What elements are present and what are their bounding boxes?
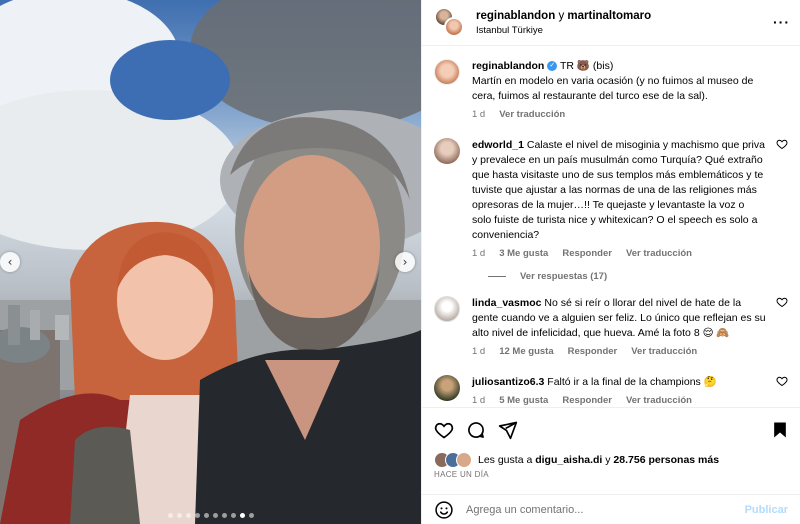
collab-conjunction: y xyxy=(558,9,565,22)
comment-item: linda_vasmoc No sé si reír o llorar del … xyxy=(434,296,788,357)
carousel-dot xyxy=(204,513,209,518)
comment-meta: 1 d 3 Me gusta Responder Ver traducción xyxy=(472,248,766,259)
previous-photo-button[interactable]: ‹ xyxy=(0,252,20,272)
comment-item: juliosantizo6.3 Faltó ir a la final de l… xyxy=(434,375,788,406)
avatar xyxy=(456,452,472,468)
like-heart-icon[interactable] xyxy=(776,138,788,150)
likes-count[interactable]: 28.756 personas más xyxy=(613,454,719,466)
collab-avatars[interactable] xyxy=(434,6,466,39)
collab-username[interactable]: martinaltomaro xyxy=(567,10,651,22)
post-comment-button[interactable]: Publicar xyxy=(745,504,788,516)
author-username[interactable]: reginablandon xyxy=(476,10,555,22)
more-options-icon[interactable]: ··· xyxy=(773,14,790,30)
view-replies-button[interactable]: Ver respuestas (17) xyxy=(488,271,788,282)
caption: reginablandon ✓ TR 🐻 (bis) Martín en mod… xyxy=(434,59,788,120)
action-bar xyxy=(422,407,800,451)
comments-list: reginablandon ✓ TR 🐻 (bis) Martín en mod… xyxy=(422,47,800,407)
translate-link[interactable]: Ver traducción xyxy=(626,395,692,406)
caption-text: Martín en modelo en varia ocasión (y no … xyxy=(472,75,754,102)
carousel-dot xyxy=(168,513,173,518)
add-comment-bar: Agrega un comentario... Publicar xyxy=(422,494,800,524)
next-photo-button[interactable]: › xyxy=(395,252,415,272)
comment-meta: 1 d 5 Me gusta Responder Ver traducción xyxy=(472,395,766,406)
post-side-panel: reginablandon y martinaltomaro Istanbul … xyxy=(421,0,800,524)
avatar[interactable] xyxy=(434,296,460,322)
reply-button[interactable]: Responder xyxy=(562,395,612,406)
avatar[interactable] xyxy=(434,59,460,85)
emoji-icon[interactable] xyxy=(434,500,454,520)
post-timestamp[interactable]: HACE UN DÍA xyxy=(434,470,489,479)
avatar xyxy=(444,16,464,37)
carousel-dot xyxy=(231,513,236,518)
post-photo[interactable]: ‹ › xyxy=(0,0,421,524)
comment-time[interactable]: 1 d xyxy=(472,248,485,259)
view-replies-label: Ver respuestas (17) xyxy=(520,271,608,282)
verified-badge-icon: ✓ xyxy=(547,61,558,72)
translate-link[interactable]: Ver traducción xyxy=(499,109,565,120)
comment-username[interactable]: juliosantizo6.3 xyxy=(472,376,544,388)
comment-text: Calaste el nivel de misoginia y machismo… xyxy=(472,139,765,241)
carousel-dot xyxy=(195,513,200,518)
like-heart-icon[interactable] xyxy=(776,296,788,308)
carousel-dot xyxy=(186,513,191,518)
translate-link[interactable]: Ver traducción xyxy=(626,248,692,259)
comment-item: edworld_1 Calaste el nivel de misoginia … xyxy=(434,138,788,259)
comment-time[interactable]: 1 d xyxy=(472,109,485,120)
caption-username[interactable]: reginablandon xyxy=(472,60,544,72)
comment-meta: 1 d 12 Me gusta Responder Ver traducción xyxy=(472,346,766,357)
comment-time[interactable]: 1 d xyxy=(472,395,485,406)
comment-likes[interactable]: 12 Me gusta xyxy=(499,346,553,357)
comment-input[interactable]: Agrega un comentario... xyxy=(466,504,745,516)
comment-username[interactable]: linda_vasmoc xyxy=(472,297,541,309)
carousel-dot xyxy=(177,513,182,518)
share-icon[interactable] xyxy=(498,420,518,440)
reply-button[interactable]: Responder xyxy=(568,346,618,357)
reply-button[interactable]: Responder xyxy=(562,248,612,259)
comment-icon[interactable] xyxy=(466,420,486,440)
likes-conjunction: y xyxy=(605,454,611,466)
like-icon[interactable] xyxy=(434,420,454,440)
like-heart-icon[interactable] xyxy=(776,375,788,387)
comment-text: Faltó ir a la final de la champions 🤔 xyxy=(547,376,717,388)
carousel-dot xyxy=(240,513,245,518)
liker-avatars xyxy=(434,452,474,468)
comment-username[interactable]: edworld_1 xyxy=(472,139,524,151)
comment-likes[interactable]: 3 Me gusta xyxy=(499,248,548,259)
liker-username[interactable]: digu_aisha.di xyxy=(535,454,602,466)
location-link[interactable]: Istanbul Türkiye xyxy=(476,25,651,36)
avatar[interactable] xyxy=(434,375,460,401)
post-header: reginablandon y martinaltomaro Istanbul … xyxy=(422,0,800,46)
carousel-dot xyxy=(249,513,254,518)
comment-time[interactable]: 1 d xyxy=(472,346,485,357)
photo-illustration xyxy=(0,0,421,524)
translate-link[interactable]: Ver traducción xyxy=(631,346,697,357)
carousel-dot xyxy=(222,513,227,518)
likes-prefix: Les gusta a xyxy=(478,454,533,466)
replies-divider xyxy=(488,276,506,277)
likes-summary[interactable]: Les gusta a digu_aisha.di y 28.756 perso… xyxy=(434,452,788,468)
caption-meta: 1 d Ver traducción xyxy=(472,109,766,120)
avatar[interactable] xyxy=(434,138,460,164)
caption-badge-text: TR 🐻 (bis) xyxy=(560,60,614,72)
comment-likes[interactable]: 5 Me gusta xyxy=(499,395,548,406)
carousel-dots xyxy=(168,513,254,518)
save-bookmark-icon[interactable] xyxy=(770,420,790,440)
carousel-dot xyxy=(213,513,218,518)
